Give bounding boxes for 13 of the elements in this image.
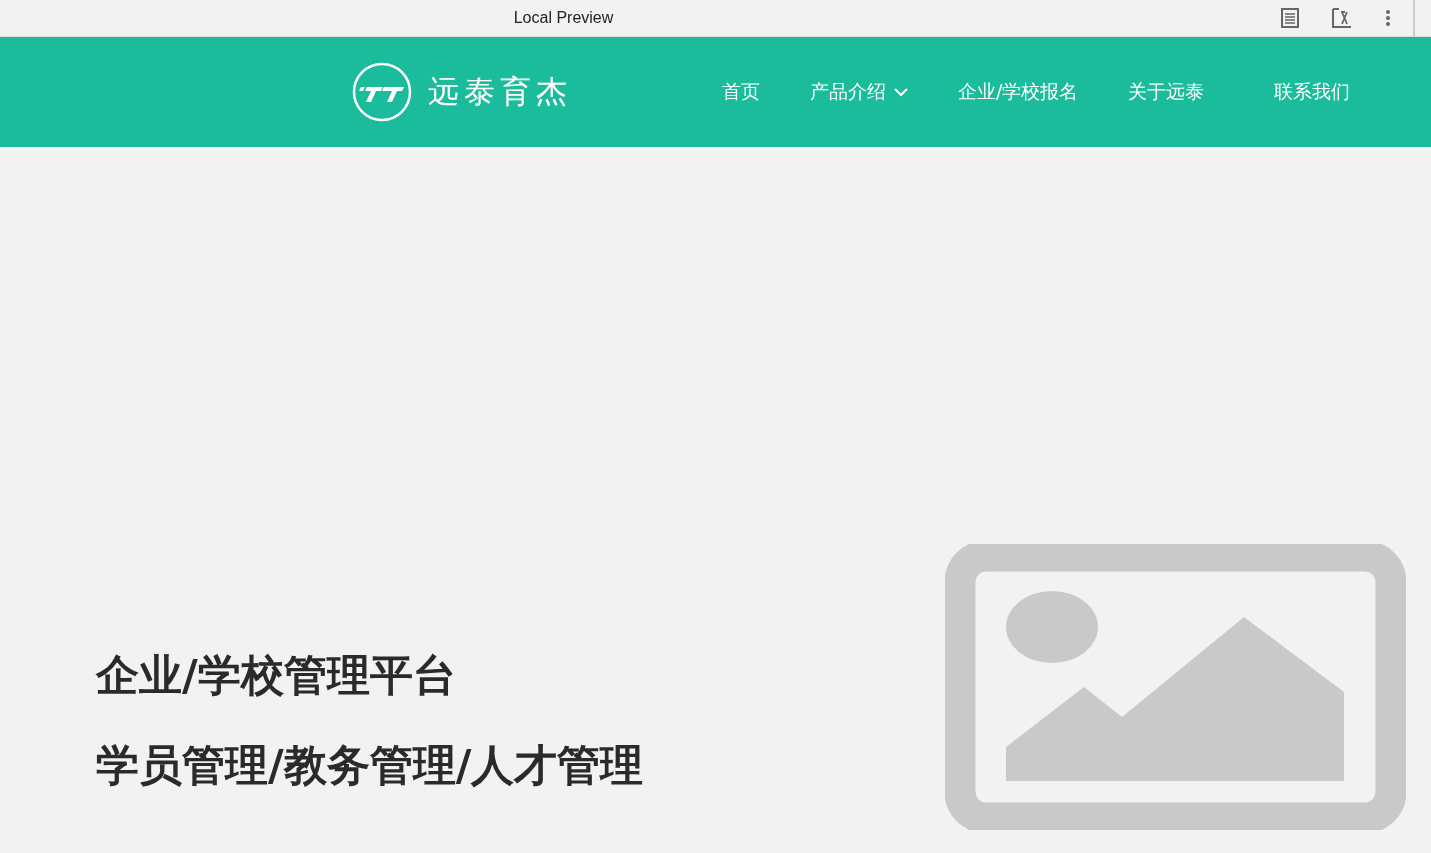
hero-heading: 学员管理/教务管理/人才管理 xyxy=(96,740,644,790)
image-placeholder-icon xyxy=(945,544,1406,830)
nav-link[interactable]: 关于远泰 xyxy=(1128,79,1205,105)
preview-title: Local Preview xyxy=(513,9,614,27)
document-icon[interactable] xyxy=(1281,8,1299,28)
hero-heading: 企业/学校管理平台 xyxy=(96,650,457,700)
nav-link[interactable]: 企业/学校报名 xyxy=(958,79,1079,105)
nav-link[interactable]: 产品介绍 xyxy=(810,79,908,105)
nav-link[interactable]: 联系我们 xyxy=(1274,79,1351,105)
nav-link[interactable]: 首页 xyxy=(722,79,760,105)
more-icon[interactable] xyxy=(1385,10,1391,26)
formula-icon[interactable] xyxy=(1332,8,1352,28)
brand-name[interactable]: 远泰育杰 xyxy=(428,71,572,113)
